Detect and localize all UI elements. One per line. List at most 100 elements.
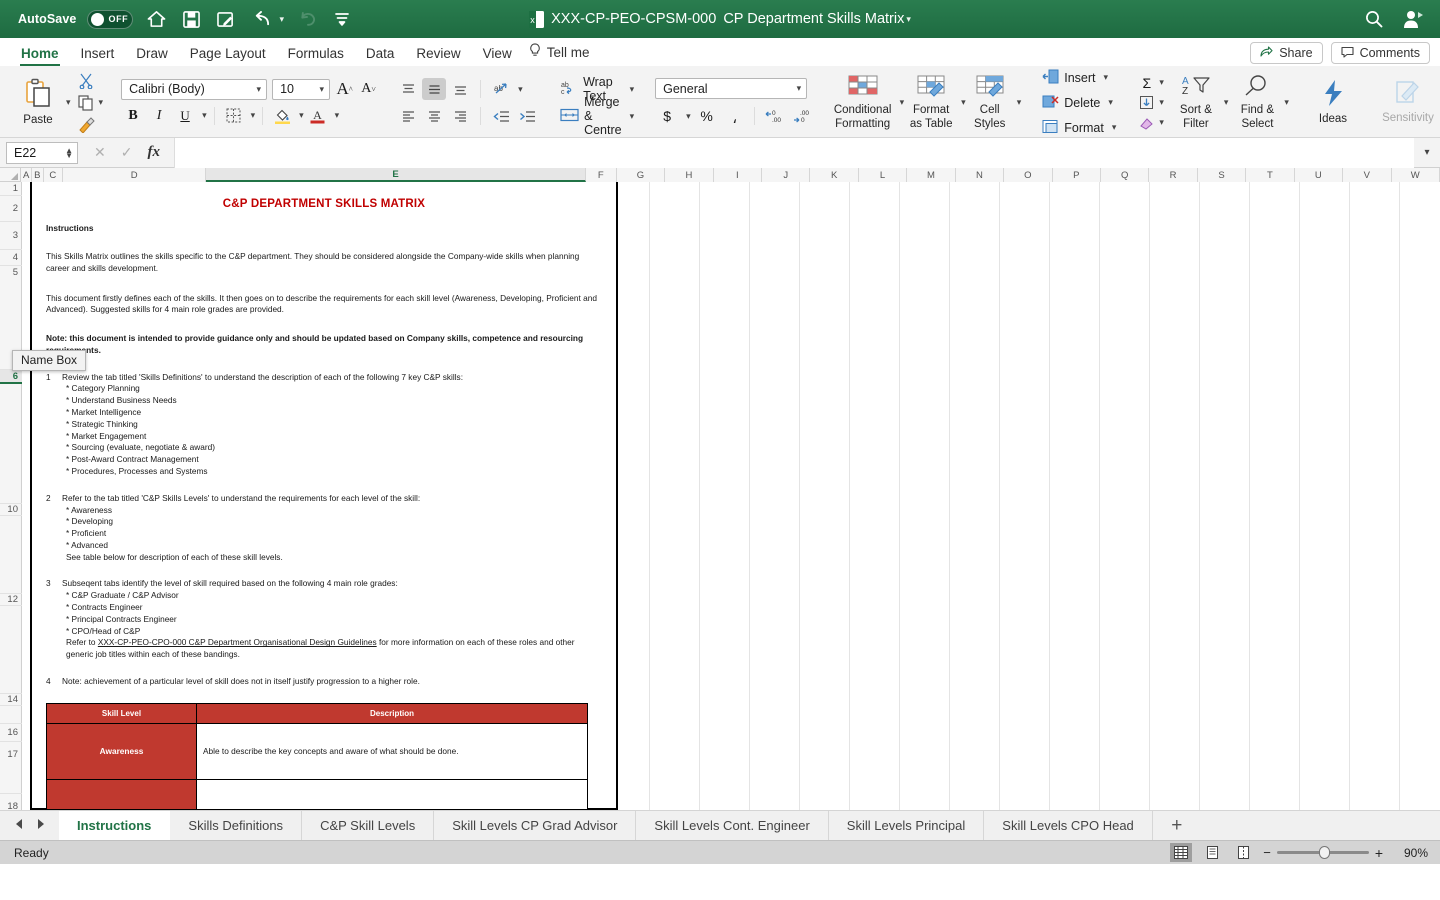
share-button[interactable]: Share <box>1250 42 1323 64</box>
title-dropdown-icon[interactable]: ▾ <box>906 14 911 25</box>
sheet-tab-skill-levels-cont-engineer[interactable]: Skill Levels Cont. Engineer <box>636 811 829 840</box>
copy-icon[interactable] <box>77 93 96 112</box>
borders-dropdown-icon[interactable]: ▾ <box>251 110 256 121</box>
column-header-V[interactable]: V <box>1343 168 1392 182</box>
format-dropdown-icon[interactable]: ▾ <box>1112 122 1117 133</box>
shrink-font-icon[interactable]: A ˅ <box>359 80 378 99</box>
sensitivity-button[interactable]: Sensitivity <box>1377 80 1439 125</box>
row-header-blank-3[interactable] <box>0 606 22 694</box>
row-header-2[interactable]: 2 <box>0 196 22 222</box>
column-header-R[interactable]: R <box>1149 168 1198 182</box>
column-header-E[interactable]: E <box>206 168 586 182</box>
row-header-blank-1[interactable] <box>0 386 22 504</box>
column-header-D[interactable]: D <box>63 168 207 182</box>
cut-icon[interactable] <box>77 71 96 90</box>
name-box-spinner[interactable]: ▲ ▼ <box>65 146 73 159</box>
cell-styles-button[interactable]: Cell Styles <box>969 74 1011 131</box>
format-cells-button[interactable]: Format ▾ <box>1039 116 1119 140</box>
sort-filter-dropdown-icon[interactable]: ▾ <box>1224 97 1229 108</box>
insert-function-icon[interactable]: fx <box>147 144 160 161</box>
find-select-dropdown-icon[interactable]: ▾ <box>1284 97 1289 108</box>
tab-data[interactable]: Data <box>355 43 406 66</box>
name-box[interactable]: E22 ▲ ▼ <box>6 141 78 164</box>
align-bottom-icon[interactable] <box>448 78 472 100</box>
tab-insert[interactable]: Insert <box>70 43 126 66</box>
formula-input[interactable] <box>173 137 1414 168</box>
align-center-icon[interactable] <box>422 105 446 127</box>
grow-font-icon[interactable]: A ^ <box>335 79 354 99</box>
underline-dropdown-icon[interactable]: ▾ <box>202 110 207 121</box>
find-select-button[interactable]: Find & Select <box>1233 74 1281 131</box>
zoom-level[interactable]: 90% <box>1392 846 1428 860</box>
page-layout-view-icon[interactable] <box>1201 843 1223 862</box>
paste-button[interactable]: Paste <box>13 78 63 127</box>
conditional-formatting-dropdown-icon[interactable]: ▾ <box>900 97 905 108</box>
save-icon[interactable] <box>179 7 203 31</box>
format-as-table-dropdown-icon[interactable]: ▾ <box>961 97 966 108</box>
insert-cells-button[interactable]: Insert ▾ <box>1039 66 1119 90</box>
borders-icon[interactable] <box>222 105 246 127</box>
autosum-icon[interactable]: Σ <box>1137 73 1156 92</box>
column-header-M[interactable]: M <box>907 168 956 182</box>
sheet-tab-skill-levels-principal[interactable]: Skill Levels Principal <box>829 811 985 840</box>
italic-button[interactable]: I <box>147 105 171 127</box>
tell-me-button[interactable]: Tell me <box>523 40 601 66</box>
fill-dropdown-icon[interactable]: ▾ <box>1159 97 1164 108</box>
row-header-blank-4[interactable] <box>0 706 22 724</box>
tab-review[interactable]: Review <box>405 43 471 66</box>
customize-toolbar-icon[interactable] <box>330 7 354 31</box>
decrease-decimal-icon[interactable]: .00 0 <box>790 105 814 127</box>
column-header-N[interactable]: N <box>955 168 1005 182</box>
undo-icon[interactable] <box>249 7 273 31</box>
column-header-J[interactable]: J <box>762 168 811 182</box>
sort-filter-button[interactable]: AZ Sort & Filter <box>1171 74 1221 131</box>
fill-color-dropdown-icon[interactable]: ▾ <box>299 110 304 121</box>
account-icon[interactable] <box>1402 7 1426 31</box>
select-all-corner[interactable] <box>0 168 22 181</box>
column-header-P[interactable]: P <box>1052 168 1101 182</box>
row-header-3[interactable]: 3 <box>0 222 22 250</box>
cell-styles-dropdown-icon[interactable]: ▾ <box>1017 97 1022 108</box>
decrease-indent-icon[interactable] <box>489 105 513 127</box>
column-header-A[interactable]: A <box>21 168 32 182</box>
zoom-out-button[interactable]: − <box>1263 845 1271 860</box>
column-header-C[interactable]: C <box>43 168 64 182</box>
column-header-B[interactable]: B <box>32 168 44 182</box>
fill-color-icon[interactable] <box>270 105 294 127</box>
bold-button[interactable]: B <box>121 105 145 127</box>
increase-indent-icon[interactable] <box>515 105 539 127</box>
column-header-W[interactable]: W <box>1391 168 1440 182</box>
column-header-T[interactable]: T <box>1246 168 1295 182</box>
search-icon[interactable] <box>1362 7 1386 31</box>
row-header-blank-2[interactable] <box>0 516 22 594</box>
zoom-track[interactable] <box>1276 846 1369 859</box>
zoom-slider[interactable]: − + <box>1263 845 1383 861</box>
format-painter-icon[interactable] <box>77 115 96 134</box>
delete-dropdown-icon[interactable]: ▾ <box>1108 97 1113 108</box>
column-header-K[interactable]: K <box>810 168 859 182</box>
expand-formula-bar-icon[interactable]: ▾ <box>1414 147 1440 158</box>
column-header-U[interactable]: U <box>1294 168 1344 182</box>
align-top-icon[interactable] <box>396 78 420 100</box>
next-sheet-icon[interactable] <box>36 818 46 833</box>
zoom-knob[interactable] <box>1318 846 1330 859</box>
column-header-S[interactable]: S <box>1197 168 1247 182</box>
delete-cells-button[interactable]: Delete ▾ <box>1039 91 1119 115</box>
underline-button[interactable]: U <box>173 105 197 127</box>
row-header-10[interactable]: 10 <box>0 504 22 516</box>
currency-dropdown-icon[interactable]: ▾ <box>686 111 691 122</box>
tab-page-layout[interactable]: Page Layout <box>179 43 277 66</box>
row-header-18[interactable]: 18 <box>0 794 22 810</box>
paste-dropdown-icon[interactable]: ▾ <box>66 97 71 108</box>
autosum-dropdown-icon[interactable]: ▾ <box>1159 77 1164 88</box>
align-middle-icon[interactable] <box>422 78 447 100</box>
row-header-4[interactable]: 4 <box>0 250 22 266</box>
copy-dropdown-icon[interactable]: ▾ <box>99 97 104 108</box>
row-header-14[interactable]: 14 <box>0 694 22 706</box>
increase-decimal-icon[interactable]: 0.00 <box>762 105 786 127</box>
quick-print-icon[interactable] <box>214 7 238 31</box>
previous-sheet-icon[interactable] <box>14 818 24 833</box>
font-size-select[interactable]: 10 ▾ <box>272 78 331 100</box>
number-format-select[interactable]: General ▾ <box>655 78 808 99</box>
row-header-6[interactable]: 6 <box>0 370 22 384</box>
